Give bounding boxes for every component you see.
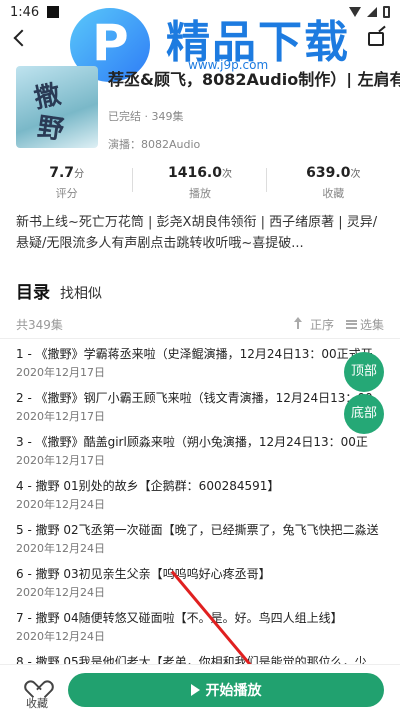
episode-title: 6 - 撒野 03初见亲生父亲【呜呜呜好心疼丞哥】 (16, 567, 271, 581)
watermark: 精品下载 www.j9p.com (70, 2, 400, 82)
stat-label: 评分 (55, 187, 78, 200)
album-title: 荐丞&顾飞，8082Audio制作）| 左肩有你原著 (108, 70, 400, 88)
stat-value: 1416.0 (167, 165, 222, 181)
episode-count: 共349集 (16, 317, 63, 332)
episode-item[interactable]: 2 - 《撒野》钢厂小霸王顾飞来啦（钱文青演播，12月24日13：00 2020… (0, 389, 400, 427)
episode-date: 2020年12月24日 (16, 586, 105, 599)
album-status: 已完结 · 349集 (108, 110, 184, 123)
catalog-header: 目录 找相似 (16, 278, 102, 303)
stat-label: 收藏 (322, 187, 345, 200)
stat-value: 639.0 (306, 165, 351, 181)
episode-title: 4 - 撒野 01别处的故乡【企鹅群：600284591】 (16, 479, 280, 493)
album-description[interactable]: 新书上线~死亡万花筒 | 彭尧X胡良伟领衔 | 西子绪原著 | 灵异/悬疑/无限… (16, 212, 384, 254)
stat-value: 7.7 (49, 165, 75, 181)
episode-date: 2020年12月17日 (16, 410, 105, 423)
stat-rating: 7.7分 评分 (0, 162, 134, 200)
episode-item[interactable]: 3 - 《撒野》酷盖girl顾淼来啦（朔小兔演播，12月24日13：00正 20… (0, 433, 400, 471)
episode-date: 2020年12月17日 (16, 454, 105, 467)
scroll-top-button[interactable]: 顶部 (344, 352, 384, 392)
album-cover[interactable]: 撒 野 (16, 66, 98, 148)
episode-title: 1 - 《撒野》学霸蒋丞来啦（史泽鲲演播，12月24日13：00正式开 (16, 347, 373, 361)
episode-count-bar: 共349集 正序 选集 (0, 312, 400, 336)
sort-button[interactable]: 正序 (293, 316, 334, 333)
favorite-button[interactable]: 收藏 (18, 673, 56, 711)
play-label: 开始播放 (205, 683, 262, 699)
cover-text-2: 野 (35, 112, 66, 146)
favorite-label: 收藏 (26, 697, 48, 710)
stat-unit: 次 (350, 169, 361, 180)
heart-icon (29, 673, 45, 689)
episode-title: 5 - 撒野 02飞丞第一次碰面【晚了，已经撕票了，兔飞飞快把二淼送 (16, 523, 379, 537)
start-play-button[interactable]: 开始播放 (68, 673, 384, 707)
status-time: 1:46 (10, 4, 40, 20)
tab-catalog[interactable]: 目录 (16, 278, 50, 303)
episode-date: 2020年12月24日 (16, 498, 105, 511)
back-arrow-icon[interactable] (13, 29, 31, 47)
episode-item[interactable]: 7 - 撒野 04随便转悠又碰面啦【不。是。好。鸟四人组上线】 2020年12月… (0, 609, 400, 647)
episode-date: 2020年12月17日 (16, 366, 105, 379)
episode-title: 3 - 《撒野》酷盖girl顾淼来啦（朔小兔演播，12月24日13：00正 (16, 435, 368, 449)
stat-unit: 次 (222, 169, 232, 180)
stat-unit: 分 (74, 169, 85, 180)
tab-similar[interactable]: 找相似 (60, 283, 102, 303)
bottom-bar: 收藏 开始播放 (0, 664, 400, 712)
divider (0, 338, 400, 339)
select-label: 选集 (359, 317, 384, 332)
episode-title: 7 - 撒野 04随便转悠又碰面啦【不。是。好。鸟四人组上线】 (16, 611, 343, 625)
stat-label: 播放 (188, 187, 211, 200)
episode-list: 1 - 《撒野》学霸蒋丞来啦（史泽鲲演播，12月24日13：00正式开 2020… (0, 345, 400, 697)
episode-title: 2 - 《撒野》钢厂小霸王顾飞来啦（钱文青演播，12月24日13：00 (16, 391, 373, 405)
play-icon (190, 684, 200, 696)
sort-icon (293, 317, 307, 329)
list-icon (345, 319, 357, 329)
scroll-bottom-button[interactable]: 底部 (344, 394, 384, 434)
episode-item[interactable]: 4 - 撒野 01别处的故乡【企鹅群：600284591】 2020年12月24… (0, 477, 400, 515)
album-narrator: 演播：8082Audio (108, 138, 201, 151)
episode-date: 2020年12月24日 (16, 542, 105, 555)
stat-favorites: 639.0次 收藏 (267, 162, 400, 200)
episode-item[interactable]: 6 - 撒野 03初见亲生父亲【呜呜呜好心疼丞哥】 2020年12月24日 (0, 565, 400, 603)
notification-icon (47, 6, 60, 18)
sort-label: 正序 (309, 317, 334, 332)
stats-row: 7.7分 评分 1416.0次 播放 639.0次 收藏 (0, 162, 400, 200)
episode-item[interactable]: 1 - 《撒野》学霸蒋丞来啦（史泽鲲演播，12月24日13：00正式开 2020… (0, 345, 400, 383)
stat-plays: 1416.0次 播放 (133, 162, 267, 200)
select-episodes-button[interactable]: 选集 (345, 316, 384, 333)
episode-date: 2020年12月24日 (16, 630, 105, 643)
episode-item[interactable]: 5 - 撒野 02飞丞第一次碰面【晚了，已经撕票了，兔飞飞快把二淼送 2020年… (0, 521, 400, 559)
